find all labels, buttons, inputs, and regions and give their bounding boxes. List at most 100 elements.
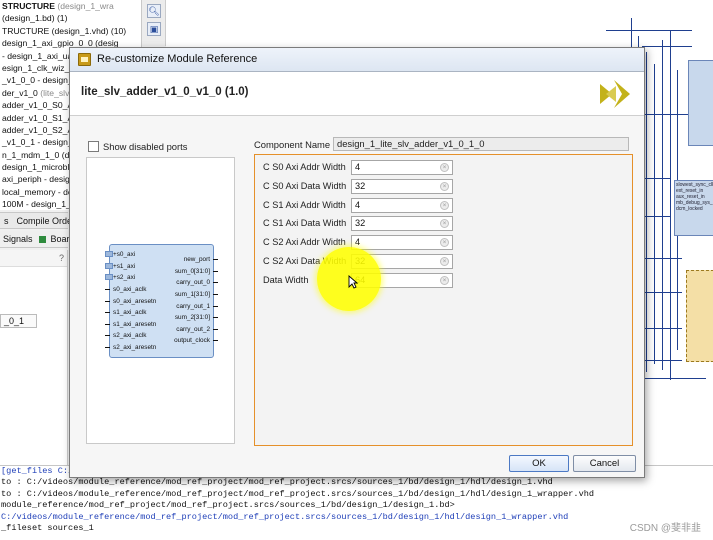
console-line: _fileset sources_1 (1, 522, 94, 533)
tree-row[interactable]: STRUCTURE (design_1_wra (0, 0, 141, 12)
pin-stub (213, 305, 218, 307)
param-row: C S2 Axi Data Width 32 × (263, 254, 458, 269)
properties-header: ? (0, 250, 67, 267)
sources-tab-bar: s Compile Order (0, 212, 75, 229)
properties-panel: ? _0_1 (0, 250, 68, 465)
pin-stub (213, 259, 218, 260)
block-input-pin: +s0_axi (113, 251, 136, 258)
pin-stub (213, 282, 218, 283)
mouse-cursor-icon (348, 275, 358, 289)
block-output-pin: carry_out_1 (176, 302, 210, 310)
dialog-titlebar[interactable]: Re-customize Module Reference (70, 48, 644, 72)
tree-row[interactable]: (design_1.bd) (1) (0, 12, 141, 24)
cancel-button[interactable]: Cancel (573, 455, 636, 472)
pin-stub (213, 294, 218, 295)
tree-row-label: der_v1_0 (2, 87, 38, 98)
diagram-selected-block[interactable] (686, 270, 713, 362)
pin-stub (213, 270, 218, 272)
clear-value-icon[interactable]: × (440, 163, 449, 172)
tree-row-label: TRUCTURE (design_1.vhd) (10) (2, 25, 127, 36)
diagram-side-toolbar: 🔍︎ ▣ (142, 0, 166, 46)
watermark: CSDN @斐非韭 (629, 523, 701, 534)
show-disabled-ports-label: Show disabled ports (103, 140, 188, 152)
param-row: C S1 Axi Addr Width 4 × (263, 197, 458, 213)
tab-signals[interactable]: Signals (0, 231, 36, 247)
block-output-pin: carry_out_2 (176, 325, 210, 333)
param-value-field[interactable]: 4 × (351, 197, 453, 213)
param-value: 4 (355, 237, 361, 248)
param-value: 32 (355, 256, 366, 266)
param-label: Data Width (263, 274, 309, 285)
param-value: 4 (355, 199, 361, 210)
block-input-pin: +s2_axi (113, 274, 136, 281)
canvas-label-dcm-locked: dcm_locked (676, 206, 703, 212)
vivado-app-icon (78, 53, 91, 66)
tree-row-label: (design_1.bd) (1) (2, 13, 68, 24)
clear-value-icon[interactable]: × (440, 238, 449, 248)
param-value-field[interactable]: 4 × (351, 160, 453, 175)
recustomize-dialog: Re-customize Module Reference lite_slv_a… (69, 47, 645, 478)
block-output-pin: sum_0[31:0] (174, 267, 210, 275)
tree-row[interactable]: TRUCTURE (design_1.vhd) (10) (0, 25, 141, 37)
param-row: C S0 Axi Addr Width 4 × (263, 160, 458, 175)
block-output-pin: output_clock (174, 337, 210, 344)
param-label: C S2 Axi Addr Width (263, 237, 346, 248)
console-line: module_reference/mod_ref_project/mod_ref… (1, 500, 455, 511)
tree-row-label: STRUCTURE (2, 1, 55, 11)
console-line: C:/videos/module_reference/mod_ref_proje… (1, 511, 569, 522)
param-value-field[interactable]: 4 × (351, 235, 453, 251)
dialog-title: Re-customize Module Reference (97, 53, 258, 65)
console-line: to : C:/videos/module_reference/mod_ref_… (1, 488, 595, 499)
param-value: 4 (355, 162, 361, 172)
dialog-header: lite_slv_adder_v1_0_v1_0 (1.0) (70, 72, 644, 116)
component-name-field[interactable]: design_1_lite_slv_adder_v1_0_1_0 (333, 137, 629, 151)
block-output-pin: sum_1[31:0] (174, 291, 210, 298)
show-disabled-ports-checkbox[interactable] (88, 140, 99, 152)
xilinx-logo-icon (600, 80, 630, 108)
block-input-pin: s0_axi_aclk (113, 286, 147, 293)
block-output-pin: sum_2[31:0] (174, 314, 210, 321)
param-label: C S2 Axi Data Width (263, 256, 347, 266)
component-name-label: Component Name (254, 139, 331, 150)
clear-value-icon[interactable]: × (440, 181, 449, 191)
pin-stub (105, 289, 110, 290)
zoom-in-icon[interactable]: 🔍︎ (147, 4, 161, 18)
ok-button[interactable]: OK (509, 455, 569, 472)
module-title: lite_slv_adder_v1_0_v1_0 (1.0) (81, 86, 249, 98)
param-label: C S1 Axi Data Width (263, 218, 347, 229)
param-row: Data Width 64 × (263, 272, 458, 288)
param-value-field[interactable]: 32 × (351, 216, 453, 232)
show-disabled-ports-toggle[interactable]: Show disabled ports (88, 139, 187, 153)
diagram-reset-block[interactable]: slowest_sync_clk ext_reset_in aux_reset_… (674, 180, 713, 236)
block-output-pin: carry_out_0 (176, 279, 210, 286)
console-line: to : C:/videos/module_reference/mod_ref_… (1, 477, 553, 488)
param-row: C S0 Axi Data Width 32 × (263, 178, 458, 194)
param-value: 32 (355, 218, 366, 229)
param-value-field[interactable]: 64 × (351, 272, 453, 288)
bus-interface-icon (105, 274, 113, 280)
clear-value-icon[interactable]: × (440, 200, 449, 210)
clear-value-icon[interactable]: × (440, 275, 449, 285)
block-input-pin: s2_axi_aresetn (113, 343, 157, 351)
clear-value-icon[interactable]: × (440, 257, 449, 266)
help-icon[interactable]: ? (59, 253, 64, 263)
pin-stub (105, 335, 110, 336)
pin-stub (105, 323, 110, 325)
clear-value-icon[interactable]: × (440, 219, 449, 229)
pin-stub (213, 317, 218, 318)
pin-stub (213, 340, 218, 341)
properties-cell[interactable]: _0_1 (0, 314, 37, 328)
block-input-pin: s1_axi_aresetn (113, 320, 157, 328)
tab-sources[interactable]: s (0, 213, 13, 228)
param-row: C S2 Axi Addr Width 4 × (263, 235, 458, 251)
param-label: C S0 Axi Addr Width (263, 162, 346, 172)
diagram-ip-block-1[interactable] (688, 60, 713, 146)
param-value-field[interactable]: 32 × (351, 178, 453, 194)
param-label: C S0 Axi Data Width (263, 180, 347, 191)
param-row: C S1 Axi Data Width 32 × (263, 216, 458, 232)
properties-tab-bar: Signals Board (0, 231, 75, 248)
block-input-pin: s2_axi_aclk (113, 332, 147, 339)
pin-stub (105, 346, 110, 348)
fit-icon[interactable]: ▣ (147, 22, 161, 36)
param-value-field[interactable]: 32 × (351, 254, 453, 269)
